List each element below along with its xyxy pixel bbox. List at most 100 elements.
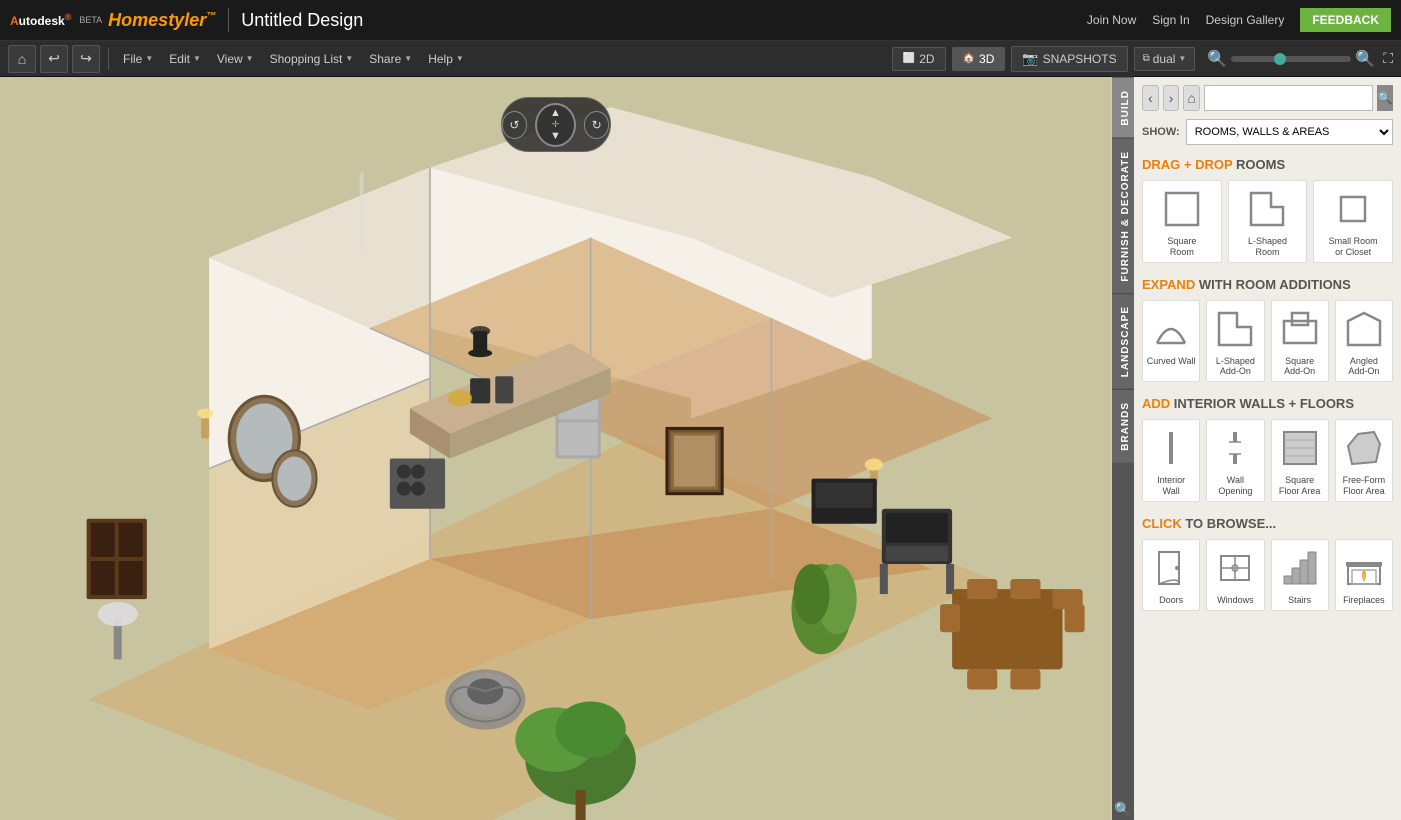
side-home-btn[interactable]: ⌂ bbox=[1183, 85, 1200, 111]
search-input[interactable] bbox=[1204, 85, 1373, 111]
freeform-floor-label: Free-FormFloor Area bbox=[1343, 475, 1386, 497]
windows-label: Windows bbox=[1217, 595, 1254, 606]
search-button[interactable]: 🔍 bbox=[1377, 85, 1393, 111]
view-toggle: ⬜ 2D 🏠 3D 📷 SNAPSHOTS ⧉ dual ▼ bbox=[892, 46, 1196, 72]
3d-view-btn[interactable]: 🏠 3D bbox=[952, 47, 1006, 71]
view-menu-btn[interactable]: View ▼ bbox=[211, 48, 260, 70]
design-gallery-link[interactable]: Design Gallery bbox=[1206, 13, 1285, 27]
interior-wall-label: InteriorWall bbox=[1157, 475, 1185, 497]
design-title: Untitled Design bbox=[241, 10, 363, 31]
magnifier-tab[interactable]: 🔍 bbox=[1112, 798, 1134, 820]
interior-wall-icon bbox=[1147, 424, 1195, 472]
square-addon-label: SquareAdd-On bbox=[1284, 356, 1315, 378]
brands-tab[interactable]: BRANDS bbox=[1112, 389, 1134, 463]
compass-widget: ↺ ▲ ✛ ▼ ↻ bbox=[501, 97, 611, 152]
side-panel: BUILD FURNISH & DECORATE LANDSCAPE BRAND… bbox=[1111, 77, 1401, 820]
small-room-item[interactable]: Small Roomor Closet bbox=[1313, 180, 1393, 263]
l-shaped-room-label: L-ShapedRoom bbox=[1248, 236, 1287, 258]
curved-wall-item[interactable]: Curved Wall bbox=[1142, 300, 1200, 383]
zoom-slider[interactable] bbox=[1231, 56, 1351, 62]
join-now-link[interactable]: Join Now bbox=[1087, 13, 1136, 27]
square-room-item[interactable]: SquareRoom bbox=[1142, 180, 1222, 263]
show-row: SHOW: ROOMS, WALLS & AREAS ALL ROOMS FLO… bbox=[1142, 119, 1393, 145]
main-area: ↺ ▲ ✛ ▼ ↻ bbox=[0, 77, 1401, 820]
doors-icon bbox=[1147, 544, 1195, 592]
drag-drop-title: DRAG + DROP ROOMS bbox=[1142, 157, 1393, 172]
landscape-tab[interactable]: LANDSCAPE bbox=[1112, 293, 1134, 389]
l-shaped-addon-label: L-ShapedAdd-On bbox=[1216, 356, 1255, 378]
logo-area: Autodesk® BETA Homestyler™ bbox=[10, 10, 216, 31]
home-toolbar-btn[interactable]: ⌂ bbox=[8, 45, 36, 73]
side-nav: ‹ › ⌂ 🔍 bbox=[1142, 85, 1393, 111]
rotate-right-btn[interactable]: ↻ bbox=[584, 111, 610, 139]
undo-btn[interactable]: ↩ bbox=[40, 45, 68, 73]
browse-grid: Doors Windows bbox=[1142, 539, 1393, 611]
title-separator bbox=[228, 8, 229, 32]
zoom-area: 🔍 🔍 ⛶ bbox=[1207, 49, 1393, 69]
build-tab[interactable]: BUILD bbox=[1112, 77, 1134, 138]
beta-badge: BETA bbox=[79, 15, 102, 25]
l-shaped-addon-icon bbox=[1211, 305, 1259, 353]
stairs-item[interactable]: Stairs bbox=[1271, 539, 1329, 611]
camera-icon: 📷 bbox=[1022, 51, 1038, 67]
show-select[interactable]: ROOMS, WALLS & AREAS ALL ROOMS FLOOR PLA… bbox=[1186, 119, 1393, 145]
shopping-list-menu-btn[interactable]: Shopping List ▼ bbox=[264, 48, 360, 70]
square-addon-item[interactable]: SquareAdd-On bbox=[1271, 300, 1329, 383]
logo-autodesk: Autodesk® bbox=[10, 12, 71, 28]
add-walls-title: ADD INTERIOR WALLS + FLOORS bbox=[1142, 396, 1393, 411]
show-label: SHOW: bbox=[1142, 126, 1180, 138]
furnish-tab[interactable]: FURNISH & DECORATE bbox=[1112, 138, 1134, 294]
zoom-out-btn[interactable]: 🔍 bbox=[1207, 49, 1227, 69]
square-floor-item[interactable]: SquareFloor Area bbox=[1271, 419, 1329, 502]
nav-compass: ↺ ▲ ✛ ▼ ↻ bbox=[501, 97, 611, 157]
compass-down-arrow: ▼ bbox=[550, 130, 561, 142]
angled-addon-icon bbox=[1340, 305, 1388, 353]
side-tabs: BUILD FURNISH & DECORATE LANDSCAPE BRAND… bbox=[1112, 77, 1134, 820]
file-menu-btn[interactable]: File ▼ bbox=[117, 48, 159, 70]
fireplaces-item[interactable]: Fireplaces bbox=[1335, 539, 1393, 611]
freeform-floor-icon bbox=[1340, 424, 1388, 472]
l-shaped-room-item[interactable]: L-ShapedRoom bbox=[1228, 180, 1308, 263]
windows-item[interactable]: Windows bbox=[1206, 539, 1264, 611]
floor-plan-canvas bbox=[0, 77, 1111, 820]
2d-view-btn[interactable]: ⬜ 2D bbox=[892, 47, 946, 71]
redo-btn[interactable]: ↪ bbox=[72, 45, 100, 73]
fireplaces-label: Fireplaces bbox=[1343, 595, 1385, 606]
help-menu-btn[interactable]: Help ▼ bbox=[422, 48, 470, 70]
wall-opening-icon bbox=[1211, 424, 1259, 472]
stairs-label: Stairs bbox=[1288, 595, 1311, 606]
compass-center: ▲ ✛ ▼ bbox=[535, 103, 576, 147]
l-shaped-room-icon bbox=[1243, 185, 1291, 233]
edit-menu-btn[interactable]: Edit ▼ bbox=[163, 48, 207, 70]
doors-item[interactable]: Doors bbox=[1142, 539, 1200, 611]
dual-btn[interactable]: ⧉ dual ▼ bbox=[1134, 47, 1196, 71]
angled-addon-item[interactable]: AngledAdd-On bbox=[1335, 300, 1393, 383]
wall-opening-label: WallOpening bbox=[1218, 475, 1252, 497]
interior-wall-item[interactable]: InteriorWall bbox=[1142, 419, 1200, 502]
l-shaped-addon-item[interactable]: L-ShapedAdd-On bbox=[1206, 300, 1264, 383]
small-room-icon bbox=[1329, 185, 1377, 233]
square-floor-label: SquareFloor Area bbox=[1279, 475, 1321, 497]
zoom-in-btn[interactable]: 🔍 bbox=[1355, 49, 1375, 69]
fullscreen-btn[interactable]: ⛶ bbox=[1383, 50, 1393, 67]
back-btn[interactable]: ‹ bbox=[1142, 85, 1159, 111]
freeform-floor-item[interactable]: Free-FormFloor Area bbox=[1335, 419, 1393, 502]
canvas-area[interactable]: ↺ ▲ ✛ ▼ ↻ bbox=[0, 77, 1111, 820]
doors-label: Doors bbox=[1159, 595, 1183, 606]
top-right-nav: Join Now Sign In Design Gallery FEEDBACK bbox=[1087, 8, 1391, 32]
sign-in-link[interactable]: Sign In bbox=[1152, 13, 1189, 27]
side-content: ‹ › ⌂ 🔍 SHOW: ROOMS, WALLS & AREAS ALL R… bbox=[1134, 77, 1401, 820]
wall-opening-item[interactable]: WallOpening bbox=[1206, 419, 1264, 502]
compass-up-arrow: ▲ bbox=[550, 107, 561, 119]
square-room-icon bbox=[1158, 185, 1206, 233]
share-menu-btn[interactable]: Share ▼ bbox=[363, 48, 418, 70]
forward-btn[interactable]: › bbox=[1163, 85, 1180, 111]
feedback-button[interactable]: FEEDBACK bbox=[1300, 8, 1391, 32]
snapshots-btn[interactable]: 📷 SNAPSHOTS bbox=[1011, 46, 1127, 72]
square-floor-icon bbox=[1276, 424, 1324, 472]
toolbar-sep-1 bbox=[108, 48, 109, 70]
top-bar: Autodesk® BETA Homestyler™ Untitled Desi… bbox=[0, 0, 1401, 41]
click-browse-title: CLICK TO BROWSE... bbox=[1142, 516, 1393, 531]
rotate-left-btn[interactable]: ↺ bbox=[502, 111, 528, 139]
curved-wall-icon bbox=[1147, 305, 1195, 353]
